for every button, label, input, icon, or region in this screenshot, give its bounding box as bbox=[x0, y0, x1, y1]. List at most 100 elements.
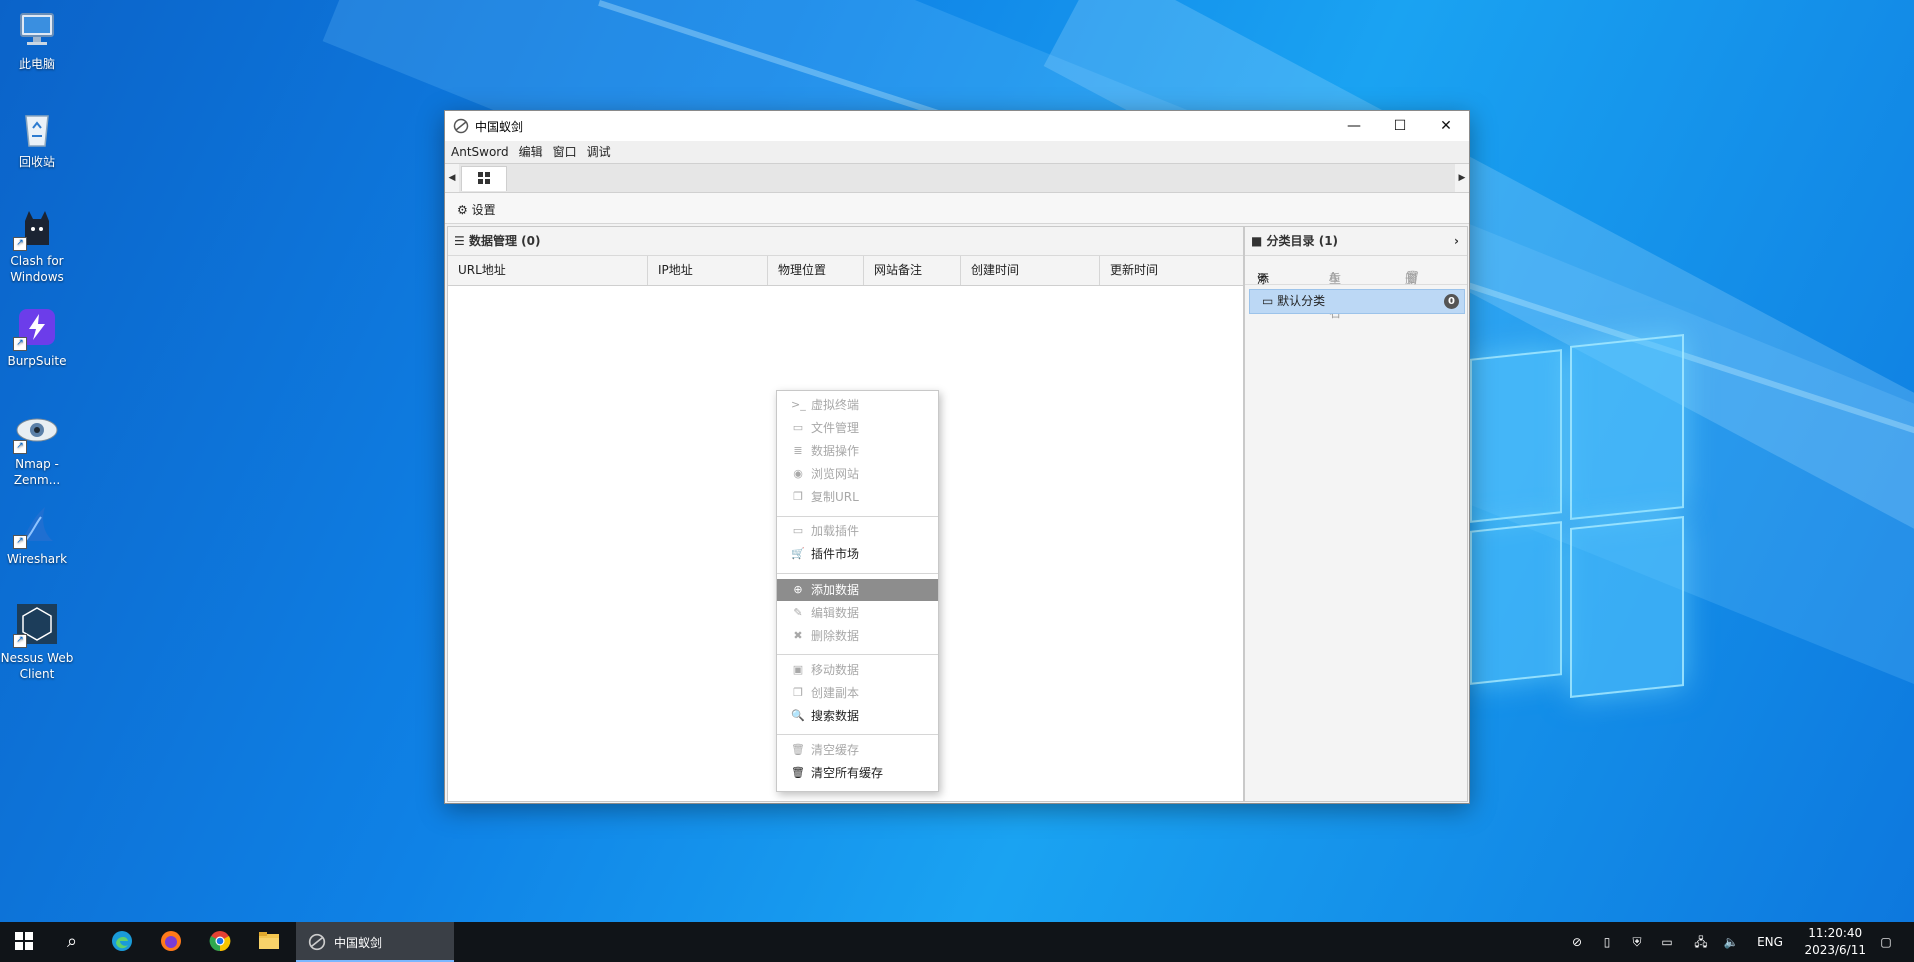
tab-home[interactable] bbox=[461, 166, 507, 191]
antsword-logo-icon bbox=[308, 933, 326, 955]
menu-item-label: 创建副本 bbox=[811, 686, 860, 700]
menu-item-label: 清空缓存 bbox=[811, 743, 860, 757]
trash-icon: 🗑 bbox=[791, 766, 805, 779]
taskbar-firefox-button[interactable] bbox=[147, 922, 195, 962]
title-bar[interactable]: 中国蚁剑 — ☐ ✕ bbox=[445, 111, 1469, 141]
column-header-created[interactable]: 创建时间 bbox=[961, 256, 1100, 285]
maximize-button[interactable]: ☐ bbox=[1377, 111, 1423, 141]
nessus-icon: ↗ bbox=[13, 602, 59, 648]
column-header-ip[interactable]: IP地址 bbox=[648, 256, 768, 285]
list-icon: ☰ bbox=[454, 234, 465, 248]
desktop-icon-nmap[interactable]: ↗ Nmap - Zenm... bbox=[0, 408, 74, 488]
column-header-url[interactable]: URL地址 bbox=[448, 256, 648, 285]
category-item-default[interactable]: ▭ 默认分类 0 bbox=[1249, 289, 1465, 314]
menu-item-browse-site[interactable]: ◉ 浏览网站 bbox=[777, 463, 938, 485]
desktop-icon-this-pc[interactable]: 此电脑 bbox=[0, 8, 74, 72]
menu-item-copy-url[interactable]: ❐ 复制URL bbox=[777, 486, 938, 508]
nmap-icon: ↗ bbox=[13, 408, 59, 454]
menu-item-virtual-terminal[interactable]: >_ 虚拟终端 bbox=[777, 394, 938, 416]
menu-item-move-data[interactable]: ▣ 移动数据 bbox=[777, 659, 938, 681]
menu-item-clear-cache[interactable]: 🗑 清空缓存 bbox=[777, 739, 938, 761]
minimize-button[interactable]: — bbox=[1331, 111, 1377, 141]
volume-icon[interactable]: 🔈 bbox=[1718, 922, 1744, 962]
menu-item-edit-data[interactable]: ✎ 编辑数据 bbox=[777, 602, 938, 624]
input-language[interactable]: ENG bbox=[1750, 922, 1790, 962]
menu-item-file-manager[interactable]: ▭ 文件管理 bbox=[777, 417, 938, 439]
menu-item-label: 添加数据 bbox=[811, 583, 860, 597]
collapse-arrow-icon[interactable]: › bbox=[1454, 227, 1459, 255]
menu-item-load-plugin[interactable]: ▭ 加载插件 bbox=[777, 520, 938, 542]
taskbar-edge-button[interactable] bbox=[98, 922, 146, 962]
tray-vm-icon[interactable]: ▭ bbox=[1654, 922, 1680, 962]
menu-item-label: 插件市场 bbox=[811, 547, 860, 561]
menu-item-create-copy[interactable]: ❐ 创建副本 bbox=[777, 682, 938, 704]
terminal-icon: >_ bbox=[791, 398, 806, 411]
desktop-icon-clash[interactable]: ↗ Clash for Windows bbox=[0, 205, 74, 285]
clock-time: 11:20:40 bbox=[1808, 926, 1863, 940]
column-header-updated[interactable]: 更新时间 bbox=[1100, 256, 1243, 285]
menu-separator bbox=[777, 573, 938, 574]
menu-item-clear-all-cache[interactable]: 🗑 清空所有缓存 bbox=[777, 762, 938, 784]
start-button[interactable] bbox=[0, 922, 48, 962]
menu-window[interactable]: 窗口 bbox=[548, 141, 582, 163]
tab-scroll-right-icon[interactable]: ▶ bbox=[1455, 164, 1469, 192]
copy-icon: ❐ bbox=[793, 490, 803, 503]
taskbar-antsword-button[interactable]: 中国蚁剑 bbox=[296, 922, 454, 962]
taskbar-app-label: 中国蚁剑 bbox=[334, 936, 383, 950]
taskbar-search-button[interactable]: ⌕ bbox=[48, 922, 96, 962]
data-grid-header: URL地址 IP地址 物理位置 网站备注 创建时间 更新时间 bbox=[448, 256, 1243, 286]
category-panel: ■ 分类目录 (1) › ⊕ 添加 A 重命名 🗑 删除 ▭ 默认分类 0 bbox=[1244, 226, 1468, 802]
notification-icon[interactable]: ▢ bbox=[1866, 922, 1906, 962]
column-header-note[interactable]: 网站备注 bbox=[864, 256, 961, 285]
desktop-icon-burpsuite[interactable]: ↗ BurpSuite bbox=[0, 305, 74, 369]
copy-icon: ❐ bbox=[793, 686, 803, 699]
shortcut-arrow-icon: ↗ bbox=[13, 337, 27, 351]
menu-item-add-data[interactable]: ⊕ 添加数据 bbox=[777, 579, 938, 601]
data-panel-header: ☰ 数据管理 (0) bbox=[448, 227, 1243, 256]
chrome-icon bbox=[209, 931, 231, 952]
desktop-icon-nessus[interactable]: ↗ Nessus Web Client bbox=[0, 602, 74, 682]
column-header-location[interactable]: 物理位置 bbox=[768, 256, 864, 285]
menu-item-database[interactable]: ≣ 数据操作 bbox=[777, 440, 938, 462]
network-icon[interactable]: 🖧 bbox=[1688, 922, 1714, 962]
tab-scroll-left-icon[interactable]: ◀ bbox=[445, 164, 459, 192]
folder-icon bbox=[258, 931, 280, 952]
database-icon: ≣ bbox=[793, 444, 803, 457]
desktop-icon-recycle-bin[interactable]: 回收站 bbox=[0, 106, 74, 170]
menu-antsword[interactable]: AntSword bbox=[445, 141, 514, 163]
taskbar-chrome-button[interactable] bbox=[196, 922, 244, 962]
menu-item-plugin-market[interactable]: 🛒 插件市场 bbox=[777, 543, 938, 565]
shortcut-arrow-icon: ↗ bbox=[13, 440, 27, 454]
system-clock[interactable]: 11:20:40 2023/6/11 bbox=[1804, 925, 1866, 959]
desktop-icon-label: 此电脑 bbox=[18, 57, 55, 71]
desktop-icon-wireshark[interactable]: ↗ Wireshark bbox=[0, 503, 74, 567]
tray-usb-icon[interactable]: ▯ bbox=[1594, 922, 1620, 962]
taskbar-explorer-button[interactable] bbox=[245, 922, 293, 962]
cart-icon: 🛒 bbox=[791, 547, 805, 560]
menu-item-search-data[interactable]: 🔍 搜索数据 bbox=[777, 705, 938, 727]
close-button[interactable]: ✕ bbox=[1423, 111, 1469, 141]
computer-icon bbox=[15, 8, 59, 52]
tab-strip: ◀ ▶ bbox=[445, 163, 1469, 193]
settings-label: 设置 bbox=[471, 203, 496, 217]
menu-item-label: 浏览网站 bbox=[811, 467, 860, 481]
category-toolbar: ⊕ 添加 A 重命名 🗑 删除 bbox=[1245, 256, 1467, 320]
tray-antsword-icon[interactable]: ⊘ bbox=[1564, 922, 1590, 962]
search-icon: 🔍 bbox=[791, 709, 805, 722]
menu-item-delete-data[interactable]: ✖ 删除数据 bbox=[777, 625, 938, 647]
menu-debug[interactable]: 调试 bbox=[582, 141, 616, 163]
windows-logo-wallpaper bbox=[1470, 334, 1690, 700]
menu-edit[interactable]: 编辑 bbox=[514, 141, 548, 163]
category-count-badge: 0 bbox=[1444, 294, 1459, 309]
tray-security-icon[interactable]: ⛨ bbox=[1624, 922, 1650, 962]
menu-item-label: 复制URL bbox=[811, 490, 859, 504]
desktop-icon-label: Wireshark bbox=[6, 552, 68, 566]
grid-icon bbox=[478, 172, 490, 186]
menu-item-label: 文件管理 bbox=[811, 421, 860, 435]
browser-icon: ◉ bbox=[793, 467, 803, 480]
settings-button[interactable]: ⚙ 设置 bbox=[457, 201, 496, 218]
folder-icon: ■ bbox=[1251, 234, 1263, 248]
menu-separator bbox=[777, 516, 938, 517]
menu-item-label: 数据操作 bbox=[811, 444, 860, 458]
shortcut-arrow-icon: ↗ bbox=[13, 237, 27, 251]
